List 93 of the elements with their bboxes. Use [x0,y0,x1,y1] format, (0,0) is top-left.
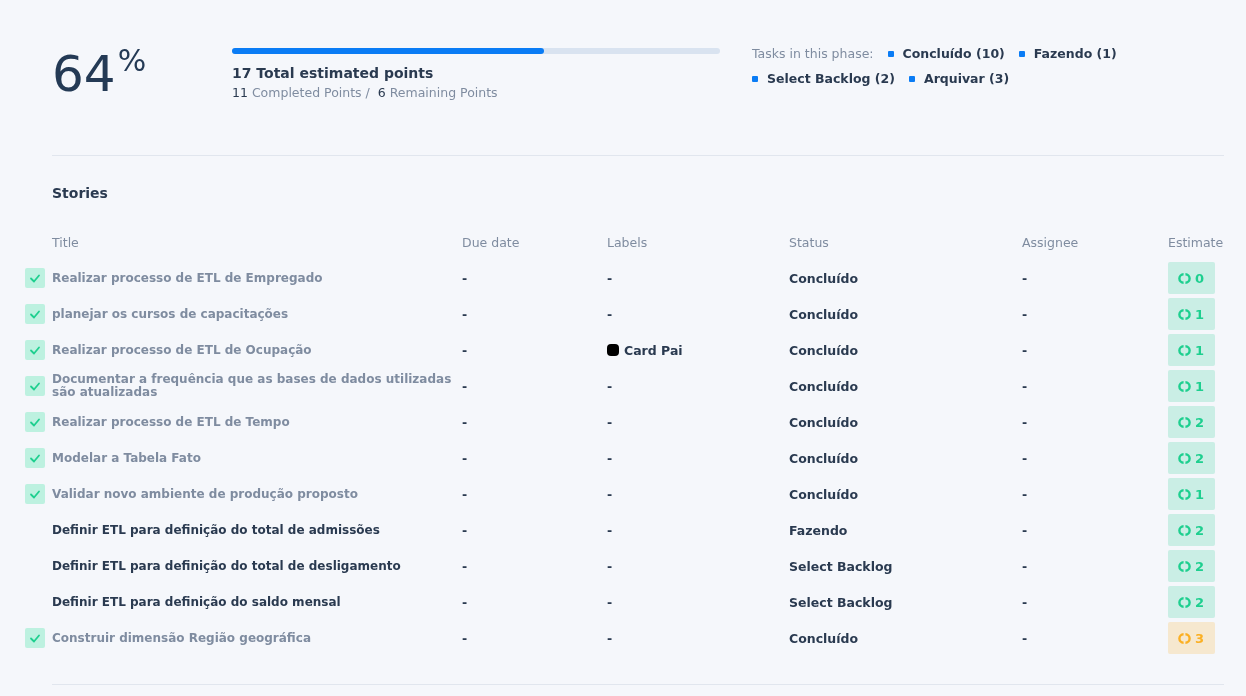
column-header: Title [52,234,80,250]
estimate-badge: 1 [1168,370,1215,402]
column-header: Estimate [1168,234,1225,250]
table-cell-text: - [462,378,469,394]
status-text: Concluído [789,450,860,466]
label-text: - [607,486,613,502]
checkbox[interactable] [25,628,45,648]
estimate-badge: 1 [1168,478,1215,510]
phase-status: Fazendo (1) [1033,46,1117,61]
phase-label: Tasks in this phase: [752,46,874,61]
estimate-badge: 3 [1168,622,1215,654]
checkbox[interactable] [25,304,45,324]
estimate-badge: 2 [1168,586,1215,618]
column-header: Labels [607,234,649,250]
story-title[interactable]: Realizar processo de ETL de Empregado [52,271,462,285]
checkbox[interactable] [25,268,45,288]
label-text: - [607,630,613,646]
story-title[interactable]: Validar novo ambiente de produção proposto [52,487,462,501]
table-cell-text: - [462,450,469,466]
story-title[interactable]: Realizar processo de ETL de Tempo [52,415,462,429]
table-cell-text: - [1022,378,1029,394]
estimate-badge: 1 [1168,334,1215,366]
total-points: 17 Total estimated points [232,65,435,81]
table-cell-text: - [462,630,469,646]
status-text: Concluído [789,486,860,502]
table-cell-text: - [462,486,469,502]
table-cell-text: - [1022,522,1029,538]
phase-status: Arquivar (3) [923,71,1010,86]
story-title[interactable]: Realizar processo de ETL de Ocupação [52,343,462,357]
label-text: - [607,378,613,394]
status-text: Concluído [789,342,860,358]
table-cell-text: - [1022,486,1029,502]
section-title: Stories [52,185,109,201]
estimate-badge: 2 [1168,442,1215,474]
status-text: Concluído [789,270,860,286]
completed-count: 11 [232,85,248,100]
table-cell-text: - [1022,414,1029,430]
story-title[interactable]: planejar os cursos de capacitações [52,307,462,321]
table-cell-text: - [462,270,469,286]
phase-status: Concluído (10) [902,46,1005,61]
status-text: Select Backlog [789,594,894,610]
phase-status: Select Backlog (2) [767,71,895,86]
table-cell-text: - [462,558,469,574]
story-title[interactable]: Definir ETL para definição do saldo mensal [52,595,462,609]
table-cell-text: - [1022,342,1029,358]
story-title[interactable]: Definir ETL para definição do total de admissões [52,523,462,537]
label-text: - [607,450,613,466]
estimate-badge: 1 [1168,298,1215,330]
table-cell-text: - [462,414,469,430]
column-header: Due date [462,234,521,250]
column-header: Status [789,234,830,250]
label-text: - [607,594,613,610]
checkbox[interactable] [25,340,45,360]
label-text: Card Pai [624,342,683,358]
table-cell-text: - [1022,558,1029,574]
table-cell-text: - [462,594,469,610]
story-title[interactable]: Construir dimensão Região geográfica [52,631,462,645]
label-text: - [607,558,613,574]
table-cell-text: - [1022,306,1029,322]
estimate-badge: 2 [1168,406,1215,438]
label-text: - [607,306,613,322]
table-cell-text: - [1022,270,1029,286]
story-title[interactable]: Modelar a Tabela Fato [52,451,462,465]
percent-value: 64 [52,46,116,102]
table-cell-text: - [1022,594,1029,610]
checkbox[interactable] [25,376,45,396]
table-cell-text: - [462,306,469,322]
status-text: Select Backlog [789,558,894,574]
story-title[interactable]: Definir ETL para definição do total de desligamento [52,559,462,573]
status-text: Concluído [789,306,860,322]
estimate-badge: 2 [1168,550,1215,582]
label-text: - [607,414,613,430]
story-title[interactable]: Documentar a frequência que as bases de dados utilizadas são atualizadas [52,373,462,399]
status-text: Concluído [789,414,860,430]
status-text: Concluído [789,378,860,394]
remaining-count: 6 [377,85,386,100]
checkbox[interactable] [25,484,45,504]
percent-sign: % [117,46,147,76]
label-text: - [607,270,613,286]
table-cell-text: - [1022,450,1029,466]
remaining-label: Remaining Points [389,85,498,100]
checkbox[interactable] [25,448,45,468]
table-cell-text: - [462,522,469,538]
table-cell-text: - [462,342,469,358]
status-text: Concluído [789,630,860,646]
completed-label: Completed Points / [251,85,370,100]
status-text: Fazendo [789,522,849,538]
estimate-badge: 2 [1168,514,1215,546]
table-cell-text: - [1022,630,1029,646]
estimate-badge: 0 [1168,262,1215,294]
checkbox[interactable] [25,412,45,432]
label-text: - [607,522,613,538]
column-header: Assignee [1022,234,1080,250]
